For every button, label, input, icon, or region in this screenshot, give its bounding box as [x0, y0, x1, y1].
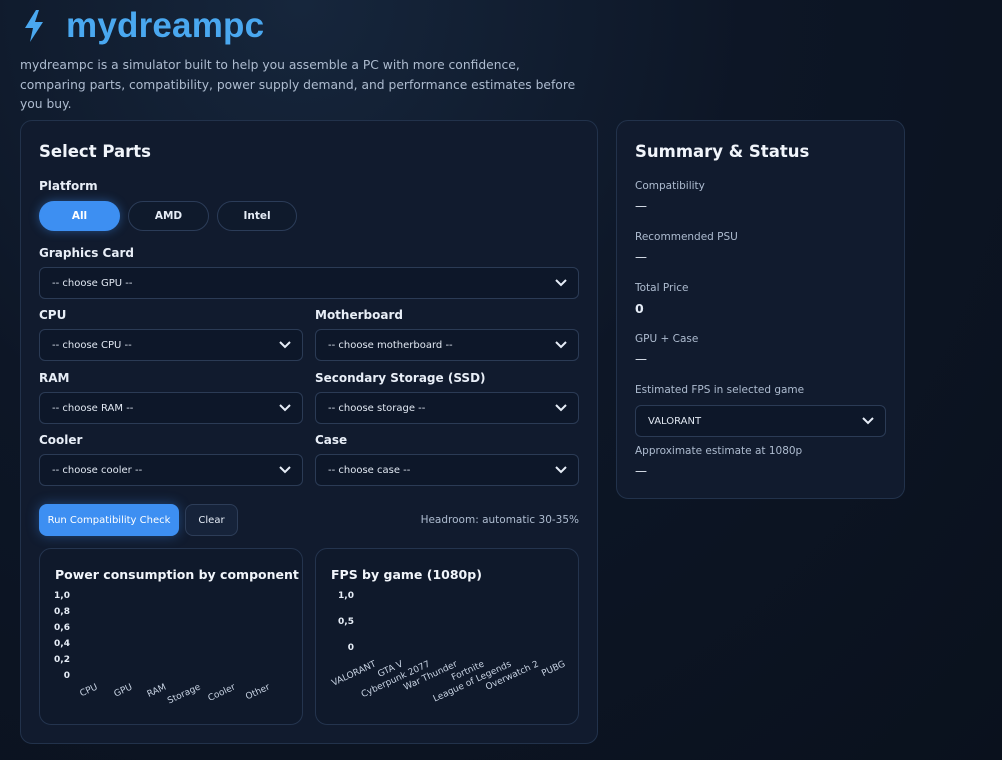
y-tick-label: 0: [347, 643, 354, 653]
gpu-label: Graphics Card: [39, 246, 134, 260]
motherboard-select[interactable]: -- choose motherboard --: [315, 329, 579, 361]
price-label: Total Price: [635, 282, 689, 294]
chevron-down-icon: [279, 341, 291, 349]
motherboard-label: Motherboard: [315, 308, 403, 322]
x-tick-label: CPU: [78, 682, 100, 700]
y-tick-label: 0,2: [54, 655, 70, 665]
y-tick-label: 0,5: [338, 617, 354, 627]
compatibility-value: —: [635, 199, 647, 213]
chevron-down-icon: [862, 417, 874, 425]
select-parts-title: Select Parts: [39, 142, 151, 161]
platform-label: Platform: [39, 179, 98, 193]
psu-value: —: [635, 250, 647, 264]
chevron-down-icon: [555, 404, 567, 412]
app-title: mydreampc: [66, 6, 265, 45]
clear-button[interactable]: Clear: [185, 504, 238, 536]
chevron-down-icon: [555, 341, 567, 349]
select-parts-panel: Select Parts Platform All AMD Intel Grap…: [20, 120, 598, 744]
case-label: Case: [315, 433, 348, 447]
fps-chart-card: FPS by game (1080p) 1,0 0,5 0 VALORANT GTA V…: [315, 548, 579, 725]
cooler-select[interactable]: -- choose cooler --: [39, 454, 303, 486]
y-tick-label: 0: [63, 671, 70, 681]
x-tick-label: VALORANT: [330, 659, 379, 689]
gpu-case-label: GPU + Case: [635, 333, 699, 345]
summary-panel: Summary & Status Compatibility — Recomme…: [616, 120, 905, 499]
summary-title: Summary & Status: [635, 142, 810, 161]
headroom-text: Headroom: automatic 30-35%: [420, 514, 579, 526]
x-tick-label: PUBG: [540, 659, 568, 680]
approx-label: Approximate estimate at 1080p: [635, 445, 803, 457]
case-select[interactable]: -- choose case --: [315, 454, 579, 486]
y-tick-label: 0,4: [54, 639, 70, 649]
platform-intel-button[interactable]: Intel: [217, 201, 297, 231]
lightning-icon: [25, 10, 43, 42]
app-tagline: mydreampc is a simulator built to help y…: [20, 58, 576, 111]
y-tick-label: 1,0: [54, 591, 70, 601]
gpu-case-value: —: [635, 352, 647, 366]
power-chart-title: Power consumption by component: [55, 567, 299, 582]
header: mydreampc: [20, 6, 264, 46]
ram-label: RAM: [39, 371, 70, 385]
x-tick-label: Cooler: [206, 682, 238, 704]
storage-select-value: -- choose storage --: [328, 402, 426, 414]
psu-label: Recommended PSU: [635, 231, 738, 243]
chevron-down-icon: [279, 466, 291, 474]
gpu-select-value: -- choose GPU --: [52, 277, 133, 289]
cpu-select[interactable]: -- choose CPU --: [39, 329, 303, 361]
compatibility-label: Compatibility: [635, 180, 705, 192]
game-select-value: VALORANT: [648, 415, 702, 427]
storage-label: Secondary Storage (SSD): [315, 371, 486, 385]
ram-select[interactable]: -- choose RAM --: [39, 392, 303, 424]
cooler-label: Cooler: [39, 433, 83, 447]
storage-select[interactable]: -- choose storage --: [315, 392, 579, 424]
cpu-label: CPU: [39, 308, 67, 322]
y-tick-label: 0,8: [54, 607, 70, 617]
fps-game-label: Estimated FPS in selected game: [635, 384, 805, 396]
x-tick-label: RAM: [145, 682, 169, 700]
chevron-down-icon: [555, 279, 567, 287]
x-tick-label: Other: [244, 682, 272, 703]
chevron-down-icon: [555, 466, 567, 474]
cpu-select-value: -- choose CPU --: [52, 339, 132, 351]
chevron-down-icon: [279, 404, 291, 412]
x-tick-label: GPU: [112, 682, 134, 700]
approx-value: —: [635, 464, 647, 478]
case-select-value: -- choose case --: [328, 464, 411, 476]
run-compatibility-button[interactable]: Run Compatibility Check: [39, 504, 179, 536]
power-chart-card: Power consumption by component 1,0 0,8 0,6…: [39, 548, 303, 725]
y-tick-label: 1,0: [338, 591, 354, 601]
platform-amd-button[interactable]: AMD: [128, 201, 209, 231]
fps-chart-title: FPS by game (1080p): [331, 567, 482, 582]
ram-select-value: -- choose RAM --: [52, 402, 134, 414]
x-tick-label: Storage: [166, 682, 203, 707]
price-value: 0: [635, 301, 644, 316]
motherboard-select-value: -- choose motherboard --: [328, 339, 453, 351]
gpu-select[interactable]: -- choose GPU --: [39, 267, 579, 299]
y-tick-label: 0,6: [54, 623, 70, 633]
cooler-select-value: -- choose cooler --: [52, 464, 143, 476]
platform-all-button[interactable]: All: [39, 201, 120, 231]
game-select[interactable]: VALORANT: [635, 405, 886, 437]
